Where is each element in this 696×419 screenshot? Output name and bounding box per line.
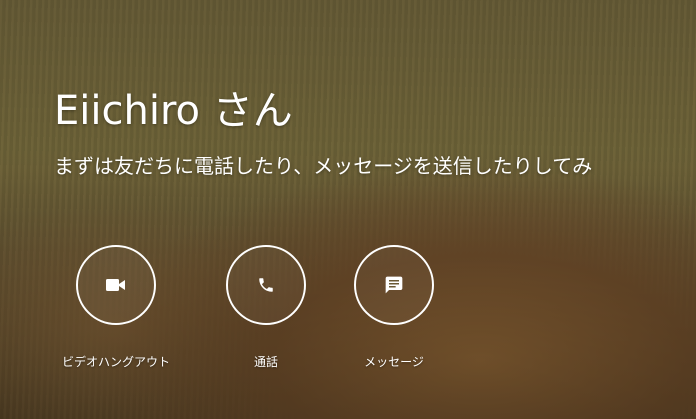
phone-icon [259, 278, 273, 292]
hangouts-welcome-screen: Eiichiro さん まずは友だちに電話したり、メッセージを送信したりしてみ … [0, 0, 696, 419]
message-action: メッセージ [324, 245, 464, 370]
video-hangout-label: ビデオハングアウト [61, 355, 170, 369]
call-button[interactable] [226, 245, 306, 325]
call-label: 通話 [253, 355, 278, 369]
video-hangout-button[interactable] [76, 245, 156, 325]
message-label: メッセージ [364, 355, 424, 369]
call-action: 通話 [196, 245, 336, 370]
greeting-subtitle: まずは友だちに電話したり、メッセージを送信したりしてみ [54, 154, 593, 178]
greeting-title: Eiichiro さん [54, 88, 293, 134]
message-button[interactable] [354, 245, 434, 325]
message-icon [385, 276, 403, 294]
video-hangout-action: ビデオハングアウト [46, 245, 186, 370]
video-camera-icon [106, 279, 125, 291]
